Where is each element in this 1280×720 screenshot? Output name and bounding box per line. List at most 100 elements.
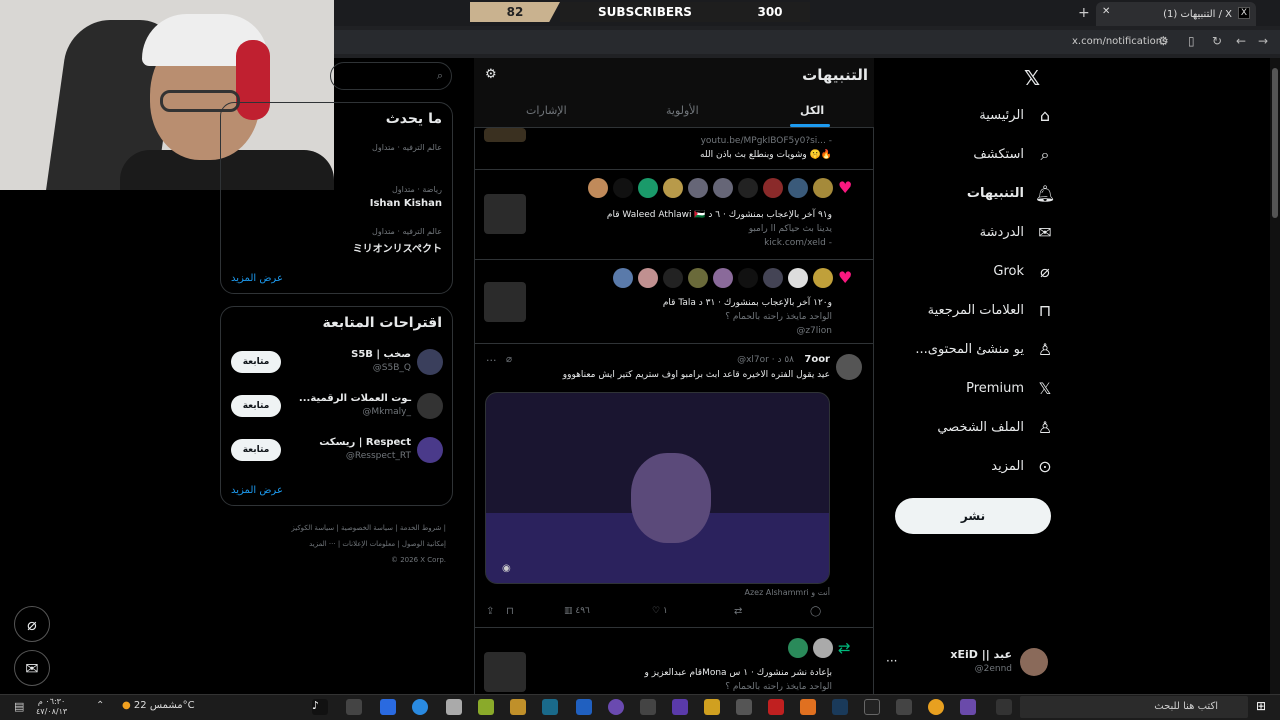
post-handle: @xl7or · ٥٨ د — [737, 355, 794, 365]
trends-title: ما يحدث — [385, 111, 442, 127]
steam-icon[interactable] — [832, 699, 848, 715]
new-tab-icon[interactable]: + — [1078, 5, 1090, 21]
messages-icon[interactable]: ✉ — [14, 650, 50, 686]
tab-priority[interactable]: الأولوية — [666, 104, 699, 117]
taskbar-clock[interactable]: ٠٦:٣٠ م ٤٧/٠٨/١٣ — [36, 697, 67, 717]
account-switcher[interactable]: xEiD || عبد @2ennd ··· — [880, 646, 1048, 682]
folder-icon[interactable] — [510, 699, 526, 715]
windows-start-icon[interactable]: ⊞ — [1256, 699, 1272, 715]
app-icon[interactable] — [672, 699, 688, 715]
more-icon[interactable]: ··· — [486, 354, 497, 367]
app-icon[interactable] — [346, 699, 362, 715]
search-icon: ⌕ — [1040, 145, 1050, 164]
post-button[interactable]: نشر — [895, 498, 1051, 534]
follow-suggestions-card: اقتراحات المتابعة S5B | صخب @S5B_Q متابعة … — [220, 306, 453, 506]
gif-icon: ◉ — [502, 563, 511, 574]
nav-premium[interactable]: 𝕏 Premium — [890, 375, 1060, 405]
taskbar-search[interactable]: اكتب هنا للبحث — [1020, 696, 1248, 718]
tab-all[interactable]: الكل — [800, 104, 824, 117]
avatar[interactable] — [417, 393, 443, 419]
nav-more[interactable]: ⊙ المزيد — [890, 453, 1060, 483]
nav-chat[interactable]: ✉ الدردشة — [890, 219, 1060, 249]
person-icon: ♙ — [1037, 418, 1053, 437]
back-icon[interactable]: → — [1258, 34, 1268, 48]
tab-mentions[interactable]: الإشارات — [526, 104, 567, 117]
nav-profile[interactable]: ♙ الملف الشخصي — [890, 414, 1060, 444]
reader-icon[interactable]: ▯ — [1188, 34, 1195, 48]
chevron-up-icon[interactable]: ⌃ — [96, 700, 104, 711]
like-button[interactable]: ♡ ١ — [652, 606, 668, 616]
search-input[interactable]: ⌕ — [330, 62, 452, 90]
tab-close-icon[interactable]: ✕ — [1102, 6, 1110, 17]
page-title: التنبيهات — [802, 66, 868, 84]
browser-tab[interactable]: ✕ (1) التنبيهات / X X — [1096, 2, 1256, 26]
notification-item[interactable]: ♥ قام Tala و١٢٠ آخر بالإعجاب بمنشورك · ٣… — [474, 260, 874, 344]
gear-icon[interactable]: ⚙ — [485, 67, 497, 82]
scrollbar[interactable] — [1270, 58, 1280, 698]
bookmark-icon[interactable]: ⊓ — [506, 606, 514, 617]
notifications-center-icon[interactable]: ▤ — [14, 700, 24, 713]
app-icon[interactable] — [380, 699, 396, 715]
post-video[interactable]: ◉ — [485, 392, 830, 584]
creator-icon: ♙ — [1037, 340, 1053, 359]
suggestions-show-more[interactable]: عرض المزيد — [231, 485, 283, 496]
notification-item[interactable]: youtu.be/MPgkIBOF5y0?si... - وشويات وبنط… — [474, 128, 874, 170]
follow-button[interactable]: متابعة — [231, 351, 281, 373]
app-icon[interactable] — [896, 699, 912, 715]
nav-grok[interactable]: ⌀ Grok — [890, 258, 1060, 288]
avatar[interactable] — [836, 354, 862, 380]
app-icon[interactable] — [736, 699, 752, 715]
app-icon[interactable] — [800, 699, 816, 715]
notification-item[interactable]: ♥ قام Waleed Athlawi 🇵🇸 و٩١ آخر بالإعجاب… — [474, 170, 874, 260]
trends-show-more[interactable]: عرض المزيد — [231, 273, 283, 284]
main-nav: ⌂ الرئيسية ⌕ استكشف 🔔︎ التنبيهات ✉ الدردشة ⌀… — [880, 58, 1060, 698]
app-icon[interactable] — [478, 699, 494, 715]
verified-badge — [484, 128, 526, 142]
nav-creator-studio[interactable]: ♙ ...يو منشئ المحتوى — [890, 336, 1060, 366]
reply-icon[interactable]: ◯ — [810, 606, 821, 617]
app-icon[interactable] — [704, 699, 720, 715]
outlook-icon[interactable] — [576, 699, 592, 715]
tiktok-icon[interactable]: ♪ — [312, 699, 328, 715]
post-author[interactable]: 7oor — [804, 354, 830, 365]
avatar[interactable] — [417, 349, 443, 375]
trend-item[interactable]: عالم الترفيه · متداول — [230, 143, 442, 156]
task-view-icon[interactable] — [996, 699, 1012, 715]
url-text[interactable]: x.com/notifications — [1072, 36, 1167, 47]
app-icon[interactable] — [640, 699, 656, 715]
nav-bookmarks[interactable]: ⊓ العلامات المرجعية — [890, 297, 1060, 327]
subscriber-left-count: 82 — [470, 2, 560, 22]
trend-item[interactable]: رياضة · متداول Ishan Kishan — [230, 185, 442, 209]
app-icon[interactable] — [608, 699, 624, 715]
post-thumbnail — [484, 282, 526, 322]
app-icon[interactable] — [768, 699, 784, 715]
app-icon[interactable] — [542, 699, 558, 715]
forward-icon[interactable]: ← — [1236, 34, 1246, 48]
avatar[interactable] — [417, 437, 443, 463]
site-settings-icon[interactable]: ⚙ — [1158, 34, 1169, 48]
share-icon[interactable]: ⇪ — [486, 606, 494, 617]
chrome-icon[interactable] — [928, 699, 944, 715]
follow-button[interactable]: متابعة — [231, 439, 281, 461]
grok-icon[interactable]: ⌀ — [14, 606, 50, 642]
tab-indicator — [790, 124, 830, 127]
app-icon[interactable] — [960, 699, 976, 715]
weather-widget[interactable]: ● مشمس 22°C — [122, 700, 195, 711]
post-caption: Azez Alshammri أنت و — [744, 588, 830, 597]
nav-home[interactable]: ⌂ الرئيسية — [890, 102, 1060, 132]
follow-button[interactable]: متابعة — [231, 395, 281, 417]
nav-explore[interactable]: ⌕ استكشف — [890, 141, 1060, 171]
bookmark-icon: ⊓ — [1038, 301, 1052, 320]
grok-icon[interactable]: ⌀ — [506, 354, 512, 365]
subscriber-label: SUBSCRIBERS — [560, 2, 730, 22]
views-count: ▥ ٤٩٦ — [564, 606, 590, 616]
reload-icon[interactable]: ↻ — [1212, 34, 1222, 48]
app-icon[interactable] — [446, 699, 462, 715]
edge-icon[interactable] — [412, 699, 428, 715]
notification-item[interactable]: ⇄ قام عبدالعزيز وMona بإعادة نشر منشورك … — [474, 628, 874, 698]
retweet-icon[interactable]: ⇄ — [734, 606, 742, 617]
app-icon[interactable] — [864, 699, 880, 715]
trend-item[interactable]: عالم الترفيه · متداول ミリオンリスペクト — [230, 227, 442, 255]
more-icon: ··· — [886, 654, 898, 668]
nav-notifications[interactable]: 🔔︎ التنبيهات — [890, 180, 1060, 210]
